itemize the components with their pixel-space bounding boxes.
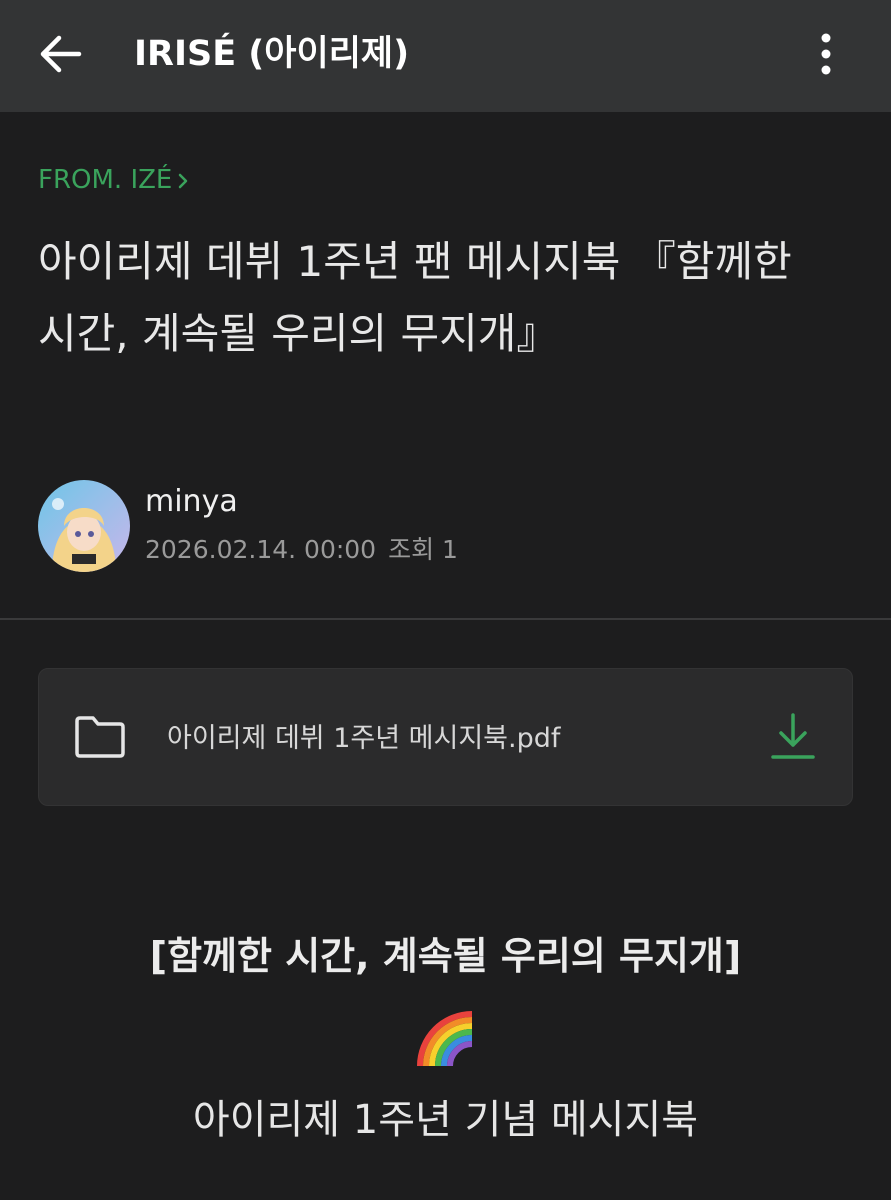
more-options-button[interactable] xyxy=(798,22,854,86)
post-date: 2026.02.14. 00:00 xyxy=(145,535,377,564)
download-icon xyxy=(771,713,815,759)
board-link[interactable]: FROM. IZÉ xyxy=(38,162,188,199)
body-heading: [함께한 시간, 계속될 우리의 무지개] xyxy=(149,934,742,978)
folder-icon xyxy=(73,713,127,761)
avatar-image xyxy=(38,480,130,572)
back-button[interactable] xyxy=(24,22,96,86)
body-subline: 아이리제 1주년 기념 메시지북 xyxy=(192,1097,699,1143)
app-bar: IRISÉ (아이리제) xyxy=(0,0,891,112)
arrow-left-icon xyxy=(40,35,82,73)
avatar[interactable] xyxy=(38,480,130,572)
author-name[interactable]: minya xyxy=(145,482,238,522)
page-title: IRISÉ (아이리제) xyxy=(134,34,410,74)
attachment-file-name: 아이리제 데뷔 1주년 메시지북.pdf xyxy=(167,723,561,754)
more-vertical-icon xyxy=(821,33,831,75)
post-title: 아이리제 데뷔 1주년 팬 메시지북 『함께한 시간, 계속될 우리의 무지개』 xyxy=(38,237,792,358)
board-label: FROM. IZÉ xyxy=(38,165,173,195)
post-meta: 2026.02.14. 00:00 조회 1 xyxy=(145,532,458,568)
view-count: 조회 1 xyxy=(388,535,458,564)
author-block: minya 2026.02.14. 00:00 조회 1 xyxy=(38,478,838,578)
attachment-card[interactable]: 아이리제 데뷔 1주년 메시지북.pdf xyxy=(38,668,853,806)
download-button[interactable] xyxy=(761,705,825,769)
chevron-right-icon xyxy=(178,163,188,199)
rainbow-icon xyxy=(0,1008,891,1072)
divider xyxy=(0,618,891,620)
